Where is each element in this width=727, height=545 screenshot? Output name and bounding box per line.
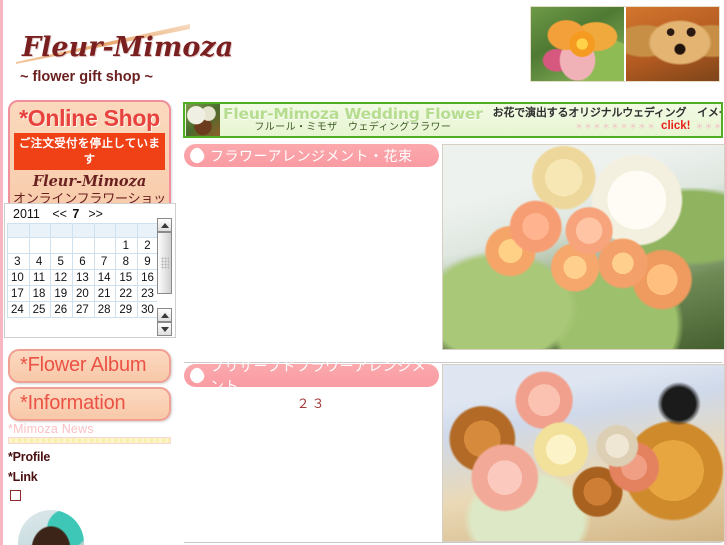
calendar-month: 7 xyxy=(72,207,80,221)
main-content: Fleur-Mimoza Wedding Flower フルール・ミモザ ウェデ… xyxy=(180,100,727,545)
sidebar-item-link[interactable]: *Link xyxy=(8,470,38,484)
page-root: Fleur-Mimoza ~ flower gift shop ~ *Onlin… xyxy=(0,0,727,545)
calendar-day-cell[interactable]: 12 xyxy=(50,269,74,286)
calendar-day-cell[interactable]: 20 xyxy=(72,285,95,302)
logo-subtitle: ~ flower gift shop ~ xyxy=(20,69,153,85)
calendar-day-cell[interactable]: 26 xyxy=(50,301,74,318)
wedding-banner-title: Fleur-Mimoza Wedding Flower xyxy=(223,104,483,123)
calendar-day-cell[interactable]: 4 xyxy=(28,253,52,270)
scroll-track[interactable] xyxy=(157,294,172,308)
calendar-week-row: 17 18 19 20 21 22 23 xyxy=(7,285,160,302)
calendar-empty-cell xyxy=(93,237,117,254)
scroll-up-button[interactable] xyxy=(157,218,172,232)
calendar-day-cell[interactable]: 24 xyxy=(7,301,30,318)
calendar-day-cell[interactable]: 8 xyxy=(115,253,139,270)
calendar-empty-cell xyxy=(7,237,30,254)
sidebar-item-mimoza-news[interactable]: *Mimoza News xyxy=(8,422,94,436)
section-divider-2 xyxy=(184,542,722,543)
calendar-day-cell[interactable]: 1 xyxy=(115,237,139,254)
wedding-banner-copy-block: お花で演出するオリジナルウェディング イメージ作りからお手伝いします ＊＊＊＊＊… xyxy=(487,107,723,133)
calendar-day-cell[interactable]: 29 xyxy=(115,301,139,318)
calendar-week-row: 10 11 12 13 14 15 16 xyxy=(7,269,160,286)
scroll-down-button[interactable] xyxy=(157,322,172,336)
scroll-up-button-secondary[interactable] xyxy=(157,308,172,322)
calendar-week-row: 12 xyxy=(7,237,160,254)
online-shop-notice: ご注文受付を停止しています xyxy=(14,133,165,171)
calendar-week-row: 3456789 xyxy=(7,253,160,270)
petal-icon xyxy=(188,366,206,385)
calendar-weekday-cell xyxy=(50,223,74,238)
header-photo-strip xyxy=(530,6,720,82)
calendar-table: 1 2 3 4 5 6 7 8 9 10 11 12 13 14 15 16 17 18 19 20 21 22 23 24 2… xyxy=(7,223,160,318)
sidebar-item-information[interactable]: *Information xyxy=(8,387,171,421)
calendar-empty-cell xyxy=(72,237,95,254)
section-heading-arrangement[interactable]: フラワーアレンジメント・花束 xyxy=(184,144,439,167)
wedding-banner-copy: お花で演出するオリジナルウェディング イメージ作りからお手伝いします xyxy=(492,107,721,120)
mimoza-news-divider xyxy=(8,437,171,444)
calendar-day-cell[interactable]: 25 xyxy=(28,301,52,318)
calendar-day-cell[interactable]: 11 xyxy=(28,269,52,286)
section-heading-preserved[interactable]: プリザーブドフラワーアレンジメント xyxy=(184,358,439,394)
site-logo[interactable]: Fleur-Mimoza ~ flower gift shop ~ xyxy=(10,14,233,86)
rose-bouquet-photo[interactable] xyxy=(442,144,725,350)
online-shop-title: *Online Shop xyxy=(19,105,160,131)
petal-icon xyxy=(188,146,206,165)
site-header: Fleur-Mimoza ~ flower gift shop ~ xyxy=(0,0,727,96)
stars-right-decoration: ＊＊＊＊＊＊＊＊＊ xyxy=(695,121,723,131)
wedding-banner-thumbnail xyxy=(186,104,220,136)
sidebar-item-flower-album[interactable]: *Flower Album xyxy=(8,349,171,383)
calendar-header: 2011 << 7 >> xyxy=(5,204,175,223)
calendar-weekday-cell xyxy=(72,223,95,238)
calendar-day-cell[interactable]: 27 xyxy=(72,301,95,318)
calendar-prev-button[interactable]: << xyxy=(52,207,67,221)
calendar-day-cell[interactable]: 3 xyxy=(7,253,30,270)
wedding-banner-titles: Fleur-Mimoza Wedding Flower フルール・ミモザ ウェデ… xyxy=(223,106,487,134)
calendar-empty-cell xyxy=(28,237,52,254)
calendar-day-cell[interactable]: 15 xyxy=(115,269,139,286)
calendar-day-cell[interactable]: 18 xyxy=(28,285,52,302)
calendar-day-cell[interactable]: 7 xyxy=(93,253,117,270)
avatar xyxy=(18,510,84,545)
calendar-day-cell[interactable]: 6 xyxy=(72,253,95,270)
calendar-day-cell[interactable]: 21 xyxy=(93,285,117,302)
wedding-banner-subtitle: フルール・ミモザ ウェディングフラワー xyxy=(254,122,452,134)
wedding-flower-banner[interactable]: Fleur-Mimoza Wedding Flower フルール・ミモザ ウェデ… xyxy=(183,102,723,138)
logo-title: Fleur-Mimoza xyxy=(22,32,234,63)
sidebar: *Online Shop ご注文受付を停止しています Fleur-Mimoza … xyxy=(0,100,180,545)
stars-left-decoration: ＊＊＊＊＊＊＊＊＊ xyxy=(575,121,657,131)
dachshund-dog-photo xyxy=(626,7,719,81)
calendar-day-cell[interactable]: 10 xyxy=(7,269,30,286)
online-shop-brand: Fleur-Mimoza xyxy=(32,173,147,191)
calendar-scrollbar[interactable] xyxy=(157,218,172,336)
calendar-day-cell[interactable]: 13 xyxy=(72,269,95,286)
sidebar-checkbox[interactable] xyxy=(10,490,21,501)
section-label-preserved: プリザーブドフラワーアレンジメント xyxy=(210,357,427,394)
orange-flower-photo xyxy=(531,7,624,81)
calendar-day-cell[interactable]: 17 xyxy=(7,285,30,302)
wedding-banner-click-label[interactable]: click! xyxy=(661,121,690,133)
calendar-day-cell[interactable]: 28 xyxy=(93,301,117,318)
calendar-weekday-cell xyxy=(7,223,30,238)
wedding-banner-click-line[interactable]: ＊＊＊＊＊＊＊＊＊ click! ＊＊＊＊＊＊＊＊＊ xyxy=(493,121,723,133)
calendar-week-row: 24 25 26 27 28 29 30 xyxy=(7,301,160,318)
calendar-day-cell[interactable]: 19 xyxy=(50,285,74,302)
calendar-day-cell[interactable]: 22 xyxy=(115,285,139,302)
calendar-day-cell[interactable]: 5 xyxy=(50,253,74,270)
calendar-weekday-row xyxy=(7,223,160,238)
calendar-next-button[interactable]: >> xyxy=(88,207,103,221)
calendar-weekday-cell xyxy=(115,223,139,238)
calendar-weekday-cell xyxy=(28,223,52,238)
calendar-day-cell[interactable]: 14 xyxy=(93,269,117,286)
preserved-flower-arrangement-photo[interactable] xyxy=(442,364,725,542)
preserved-count: ２３ xyxy=(296,396,327,411)
scroll-thumb[interactable] xyxy=(157,232,172,294)
calendar-empty-cell xyxy=(50,237,74,254)
sidebar-item-profile[interactable]: *Profile xyxy=(8,450,50,464)
calendar-widget[interactable]: 2011 << 7 >> 1 2 3 4 5 6 7 8 9 10 11 12 13 14 15 16 17 18… xyxy=(4,203,176,338)
section-label-arrangement: フラワーアレンジメント・花束 xyxy=(210,147,413,164)
calendar-weekday-cell xyxy=(93,223,117,238)
calendar-year: 2011 xyxy=(13,207,40,221)
